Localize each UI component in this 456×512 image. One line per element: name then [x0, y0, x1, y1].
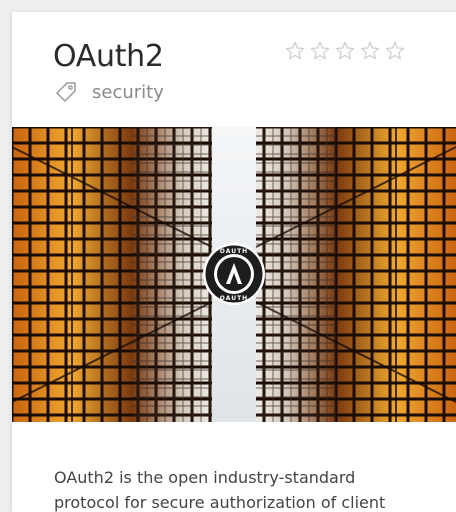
tag-chip[interactable]: security	[54, 80, 164, 104]
tag-icon	[56, 82, 76, 102]
star-icon[interactable]	[334, 40, 356, 62]
api-card[interactable]: OAuth2 security OAUTH OAUTH OAuth2 is th…	[12, 12, 456, 512]
star-icon[interactable]	[384, 40, 406, 62]
svg-text:OAUTH: OAUTH	[220, 248, 248, 255]
rating-stars[interactable]	[284, 40, 406, 62]
hero-image: OAUTH OAUTH	[12, 127, 456, 422]
card-description: OAuth2 is the open industry-standard pro…	[54, 468, 386, 512]
tag-label: security	[92, 81, 164, 103]
svg-text:OAUTH: OAUTH	[220, 295, 248, 302]
card-title[interactable]: OAuth2	[53, 39, 164, 74]
star-icon[interactable]	[284, 40, 306, 62]
star-icon[interactable]	[359, 40, 381, 62]
oauth-logo-icon: OAUTH OAUTH	[203, 243, 265, 305]
star-icon[interactable]	[309, 40, 331, 62]
skyscraper-photo: OAUTH OAUTH	[12, 127, 456, 422]
